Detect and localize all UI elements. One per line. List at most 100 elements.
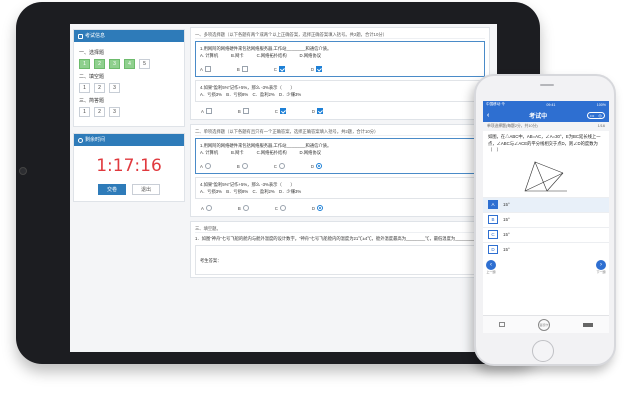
next-label: 下一题 xyxy=(596,269,606,274)
clock-label: 09:41 xyxy=(546,102,556,107)
question-number-button[interactable]: 5 xyxy=(139,59,150,69)
option-value: 15° xyxy=(503,202,510,207)
option-b[interactable]: B xyxy=(237,66,248,72)
option-c[interactable]: C xyxy=(274,163,285,169)
checkbox[interactable] xyxy=(241,66,248,72)
radio-selected[interactable] xyxy=(315,163,322,169)
short-number-row: 1 2 3 xyxy=(79,107,179,117)
question-text: 4.如果“盈利5%”记作+5%，那么 -3%表示（ ） xyxy=(200,182,295,187)
submit-tab-button[interactable] xyxy=(582,322,593,327)
next-arrow-icon[interactable]: › xyxy=(596,259,606,270)
checkbox-checked[interactable] xyxy=(315,66,322,72)
option-d[interactable]: D xyxy=(312,205,323,211)
answer-option-a[interactable]: A 15° xyxy=(483,196,609,212)
option-letter: A xyxy=(488,200,498,209)
status-bar: 中国移动 令 09:41 100% xyxy=(483,101,609,108)
section-header: 一、多项选择题（以下各题有两个或两个以上正确答案，选择正确答案填入括号。共2题，… xyxy=(195,30,485,39)
checkbox-checked[interactable] xyxy=(279,108,286,114)
option-d[interactable]: D xyxy=(311,163,322,169)
more-dots-icon: ••• xyxy=(590,112,595,118)
radio[interactable] xyxy=(278,163,285,169)
checkbox-checked[interactable] xyxy=(278,66,285,72)
question-nav-card: 考试信息 一、选择题 1 2 3 4 5 二、填空题 1 2 3 三、简答题 1… xyxy=(73,29,185,127)
option-a[interactable]: A xyxy=(200,66,211,72)
radio[interactable] xyxy=(204,163,211,169)
left-panel: 考试信息 一、选择题 1 2 3 4 5 二、填空题 1 2 3 三、简答题 1… xyxy=(73,29,185,349)
option-letter: C xyxy=(488,230,498,239)
question-number-button[interactable]: 3 xyxy=(109,59,120,69)
option-b[interactable]: B xyxy=(238,108,249,114)
option-c[interactable]: C xyxy=(274,66,285,72)
option-d[interactable]: D xyxy=(312,108,323,114)
option-d[interactable]: D xyxy=(311,66,322,72)
radio[interactable] xyxy=(241,163,248,169)
phone-speaker xyxy=(540,84,554,86)
question-number-button[interactable]: 1 xyxy=(79,59,90,69)
question-number-button[interactable]: 3 xyxy=(109,83,120,93)
option-value: 15° xyxy=(503,232,510,237)
question-number-button[interactable]: 1 xyxy=(79,83,90,93)
answer-options: A B C D xyxy=(195,202,485,214)
question-number-button[interactable]: 3 xyxy=(109,107,120,117)
more-menu-button[interactable]: ••• ◎ xyxy=(586,111,605,119)
answer-input[interactable]: 考生答案： xyxy=(195,245,485,275)
tablet-home-button[interactable] xyxy=(19,167,27,175)
question-choices: A. 计算机 B.网卡 C.网络拓扑结构 D.网络协议 xyxy=(200,150,322,155)
answer-label: 考生答案： xyxy=(200,258,222,263)
back-icon[interactable]: ‹ xyxy=(487,112,489,119)
nav-bar: ‹ 考试中 ••• ◎ xyxy=(483,108,609,122)
question-text: 1.用网阿的网络硬件来包括网络服务器,工作站________和通信介质。 xyxy=(200,143,332,148)
timer-header: 剩余时间 xyxy=(74,134,184,146)
answer-option-d[interactable]: D 15° xyxy=(483,241,609,257)
option-b[interactable]: B xyxy=(238,205,249,211)
phone-device: 中国移动 令 09:41 100% ‹ 考试中 ••• ◎ 单项选择题(每题2分… xyxy=(474,74,616,366)
radio[interactable] xyxy=(279,205,286,211)
question-number-button[interactable]: 2 xyxy=(94,83,105,93)
question-card: 1.用网阿的网络硬件来包括网络服务器,工作站________和通信介质。 A. … xyxy=(195,41,485,77)
option-c[interactable]: C xyxy=(275,205,286,211)
question-progress: 1/16 xyxy=(597,124,605,128)
page-title: 考试中 xyxy=(529,113,548,120)
fill-blank-section: 三、填空题。 1．如图“神舟”七号飞船的舱内与舱外温度的设计数字。“神舟”七号飞… xyxy=(190,221,490,278)
checkbox[interactable] xyxy=(204,66,211,72)
question-text: 1．如图“神舟”七号飞船的舱内与舱外温度的设计数字。“神舟”七号飞船舱内的温度为… xyxy=(195,236,483,241)
option-c[interactable]: C xyxy=(275,108,286,114)
option-value: 15° xyxy=(503,217,510,222)
section-title-fill: 二、填空题 xyxy=(79,74,105,80)
timer-actions: 交卷 退出 xyxy=(74,184,184,195)
triangle-diagram xyxy=(524,160,567,191)
question-type-label: 单项选择题(每题2分，共10分) xyxy=(487,124,538,128)
checkbox[interactable] xyxy=(242,108,249,114)
answer-option-c[interactable]: C 15° xyxy=(483,226,609,242)
option-a[interactable]: A xyxy=(201,108,212,114)
phone-home-button[interactable] xyxy=(532,340,554,362)
question-number-button[interactable]: 2 xyxy=(94,59,105,69)
option-a[interactable]: A xyxy=(200,163,211,169)
timer-card: 剩余时间 1:17:16 交卷 退出 xyxy=(73,133,185,202)
exit-button[interactable]: 退出 xyxy=(132,184,160,195)
clock-icon xyxy=(78,137,83,143)
answer-option-b[interactable]: B 15° xyxy=(483,211,609,227)
checkbox[interactable] xyxy=(205,108,212,114)
question-nav-header: 考试信息 xyxy=(74,30,184,42)
radio[interactable] xyxy=(242,205,249,211)
question-choices: A. 计算机 B.网卡 C.网络拓扑结构 D.网络协议 xyxy=(200,53,322,58)
question-text: 4.如果“盈利5%”记作+5%，那么 -3%表示（ ） xyxy=(200,85,295,90)
close-circle-icon: ◎ xyxy=(598,112,602,118)
option-b[interactable]: B xyxy=(237,163,248,169)
question-number-button[interactable]: 4 xyxy=(124,59,135,69)
question-card: 1.用网阿的网络硬件来包括网络服务器,工作站________和通信介质。 A. … xyxy=(195,138,485,174)
question-choices: A．亏损3% B．亏损8% C．盈利2% D．少赚3% xyxy=(200,92,302,97)
checkbox-checked[interactable] xyxy=(316,108,323,114)
option-a[interactable]: A xyxy=(201,205,212,211)
prev-arrow-icon[interactable]: ‹ xyxy=(486,259,496,270)
carrier-label: 中国移动 令 xyxy=(486,102,505,106)
question-number-button[interactable]: 1 xyxy=(79,107,90,117)
countdown-timer: 1:17:16 xyxy=(96,156,162,176)
radio-selected[interactable] xyxy=(316,205,323,211)
grid-icon[interactable] xyxy=(499,322,506,327)
submit-button[interactable]: 交卷 xyxy=(98,184,126,195)
question-number-button[interactable]: 2 xyxy=(94,107,105,117)
radio[interactable] xyxy=(205,205,212,211)
answer-sheet-button[interactable]: 答题卡 xyxy=(537,318,550,331)
